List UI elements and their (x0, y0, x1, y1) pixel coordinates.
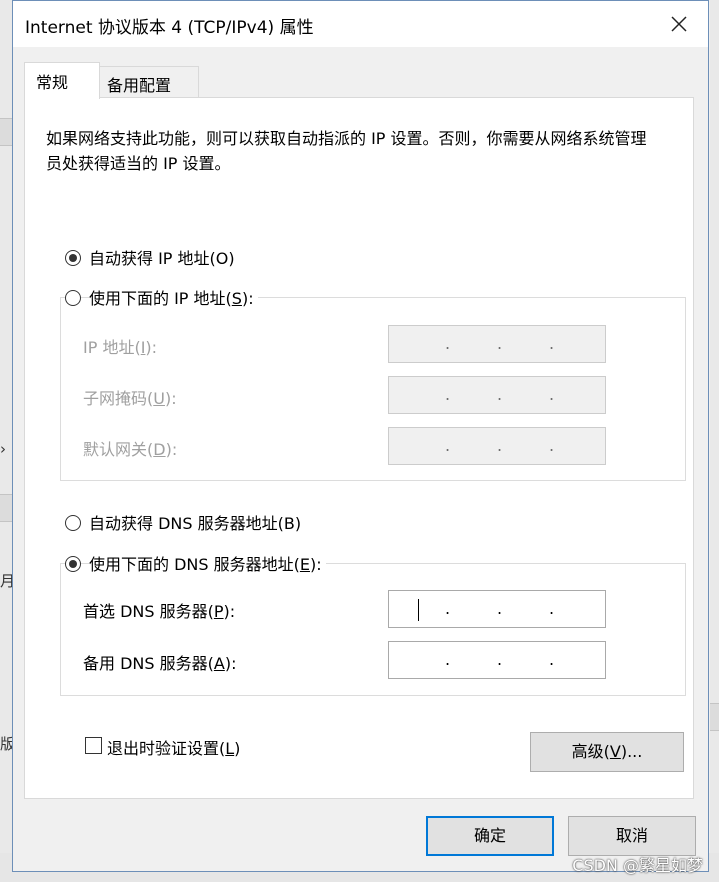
tab-general[interactable]: 常规 (24, 62, 100, 99)
watermark: CSDN @繁星如梦 (572, 856, 703, 875)
auto-dns-radio[interactable] (65, 515, 81, 531)
octet-separator: . (497, 650, 503, 669)
title-bar: Internet 协议版本 4 (TCP/IPv4) 属性 (13, 1, 708, 47)
octet-separator: . (497, 436, 503, 455)
octet-separator: . (497, 599, 503, 618)
subnet-mask-label: 子网掩码(U): (83, 389, 177, 408)
background-window-right (710, 0, 719, 882)
default-gateway-input[interactable]: ... (388, 427, 606, 465)
auto-ip-label[interactable]: 自动获得 IP 地址(O) (89, 245, 239, 269)
validate-on-exit-checkbox[interactable] (85, 737, 102, 754)
preferred-dns-input[interactable]: ... (388, 590, 606, 628)
alternate-dns-label: 备用 DNS 服务器(A): (83, 654, 237, 673)
ok-button[interactable]: 确定 (426, 816, 554, 856)
description-text: 如果网络支持此功能，则可以获取自动指派的 IP 设置。否则，你需要从网络系统管理… (46, 129, 647, 173)
subnet-mask-input[interactable]: ... (388, 376, 606, 414)
background-bar (0, 118, 12, 146)
text-caret (418, 599, 419, 621)
background-window-left: › 月 版 (0, 0, 16, 882)
octet-separator: . (445, 436, 451, 455)
close-icon[interactable] (664, 9, 694, 39)
dialog-title: Internet 协议版本 4 (TCP/IPv4) 属性 (25, 18, 314, 38)
octet-separator: . (445, 599, 451, 618)
manual-dns-label[interactable]: 使用下面的 DNS 服务器地址(E): (89, 551, 326, 575)
background-bar (0, 494, 12, 522)
background-fragment: 版 (0, 735, 16, 753)
octet-separator: . (445, 385, 451, 404)
octet-separator: . (549, 650, 555, 669)
background-bar (710, 703, 719, 731)
octet-separator: . (497, 385, 503, 404)
cancel-button[interactable]: 取消 (568, 816, 696, 856)
tab-alternate-config[interactable]: 备用配置 (99, 66, 199, 98)
background-fragment: 月 (0, 572, 16, 590)
octet-separator: . (549, 385, 555, 404)
default-gateway-label: 默认网关(D): (83, 440, 178, 459)
ip-address-label: IP 地址(I): (83, 338, 158, 357)
preferred-dns-label: 首选 DNS 服务器(P): (83, 602, 236, 621)
manual-ip-radio[interactable] (65, 290, 81, 306)
tcpip-properties-dialog: Internet 协议版本 4 (TCP/IPv4) 属性 常规 备用配置 如果… (12, 0, 709, 872)
ip-address-input[interactable]: ... (388, 325, 606, 363)
octet-separator: . (497, 334, 503, 353)
octet-separator: . (549, 334, 555, 353)
alternate-dns-input[interactable]: ... (388, 641, 606, 679)
validate-on-exit-label[interactable]: 退出时验证设置(L) (107, 735, 245, 759)
octet-separator: . (445, 650, 451, 669)
manual-dns-radio[interactable] (65, 556, 81, 572)
background-fragment: › (0, 440, 6, 458)
advanced-button[interactable]: 高级(V)... (530, 732, 684, 772)
octet-separator: . (549, 599, 555, 618)
tab-panel-general: 如果网络支持此功能，则可以获取自动指派的 IP 设置。否则，你需要从网络系统管理… (24, 97, 694, 799)
octet-separator: . (445, 334, 451, 353)
auto-ip-radio[interactable] (65, 250, 81, 266)
auto-dns-label[interactable]: 自动获得 DNS 服务器地址(B) (89, 510, 306, 534)
octet-separator: . (549, 436, 555, 455)
manual-ip-label[interactable]: 使用下面的 IP 地址(S): (89, 285, 258, 309)
